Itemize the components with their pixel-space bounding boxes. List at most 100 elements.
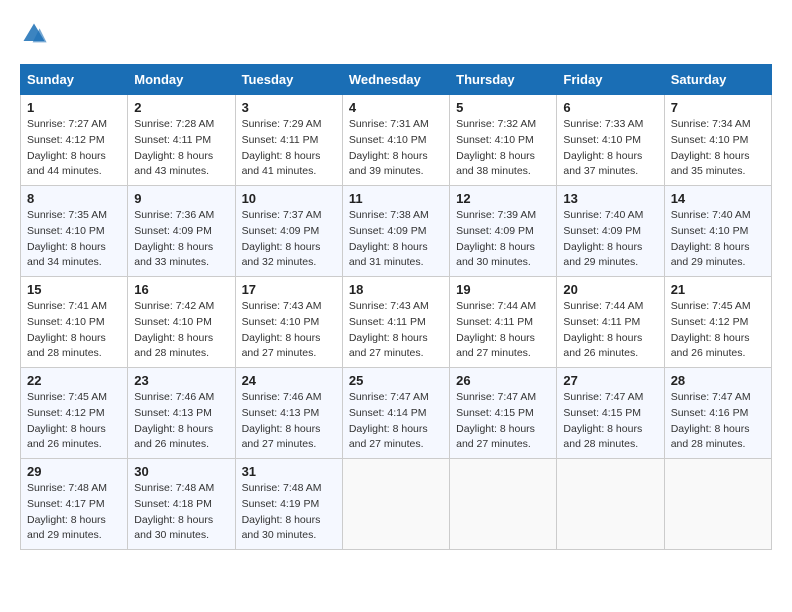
day-info: Sunrise: 7:27 AM Sunset: 4:12 PM Dayligh… xyxy=(27,117,121,180)
day-number: 16 xyxy=(134,282,228,297)
header-cell-tuesday: Tuesday xyxy=(235,65,342,95)
day-number: 31 xyxy=(242,464,336,479)
day-info: Sunrise: 7:42 AM Sunset: 4:10 PM Dayligh… xyxy=(134,299,228,362)
day-info: Sunrise: 7:43 AM Sunset: 4:10 PM Dayligh… xyxy=(242,299,336,362)
calendar-table: SundayMondayTuesdayWednesdayThursdayFrid… xyxy=(20,64,772,550)
day-number: 19 xyxy=(456,282,550,297)
day-cell: 12 Sunrise: 7:39 AM Sunset: 4:09 PM Dayl… xyxy=(450,186,557,277)
day-number: 15 xyxy=(27,282,121,297)
week-row-4: 22 Sunrise: 7:45 AM Sunset: 4:12 PM Dayl… xyxy=(21,368,772,459)
day-info: Sunrise: 7:36 AM Sunset: 4:09 PM Dayligh… xyxy=(134,208,228,271)
calendar-header: SundayMondayTuesdayWednesdayThursdayFrid… xyxy=(21,65,772,95)
day-cell: 31 Sunrise: 7:48 AM Sunset: 4:19 PM Dayl… xyxy=(235,459,342,550)
day-info: Sunrise: 7:47 AM Sunset: 4:16 PM Dayligh… xyxy=(671,390,765,453)
day-cell: 11 Sunrise: 7:38 AM Sunset: 4:09 PM Dayl… xyxy=(342,186,449,277)
day-number: 26 xyxy=(456,373,550,388)
header-cell-sunday: Sunday xyxy=(21,65,128,95)
day-cell xyxy=(342,459,449,550)
week-row-2: 8 Sunrise: 7:35 AM Sunset: 4:10 PM Dayli… xyxy=(21,186,772,277)
week-row-1: 1 Sunrise: 7:27 AM Sunset: 4:12 PM Dayli… xyxy=(21,95,772,186)
day-info: Sunrise: 7:35 AM Sunset: 4:10 PM Dayligh… xyxy=(27,208,121,271)
day-cell: 25 Sunrise: 7:47 AM Sunset: 4:14 PM Dayl… xyxy=(342,368,449,459)
day-cell: 26 Sunrise: 7:47 AM Sunset: 4:15 PM Dayl… xyxy=(450,368,557,459)
day-cell: 5 Sunrise: 7:32 AM Sunset: 4:10 PM Dayli… xyxy=(450,95,557,186)
day-info: Sunrise: 7:47 AM Sunset: 4:14 PM Dayligh… xyxy=(349,390,443,453)
day-number: 10 xyxy=(242,191,336,206)
day-info: Sunrise: 7:48 AM Sunset: 4:18 PM Dayligh… xyxy=(134,481,228,544)
day-cell: 19 Sunrise: 7:44 AM Sunset: 4:11 PM Dayl… xyxy=(450,277,557,368)
day-cell: 14 Sunrise: 7:40 AM Sunset: 4:10 PM Dayl… xyxy=(664,186,771,277)
day-number: 1 xyxy=(27,100,121,115)
day-number: 14 xyxy=(671,191,765,206)
day-cell: 7 Sunrise: 7:34 AM Sunset: 4:10 PM Dayli… xyxy=(664,95,771,186)
header-cell-friday: Friday xyxy=(557,65,664,95)
day-cell: 18 Sunrise: 7:43 AM Sunset: 4:11 PM Dayl… xyxy=(342,277,449,368)
day-cell: 2 Sunrise: 7:28 AM Sunset: 4:11 PM Dayli… xyxy=(128,95,235,186)
day-cell xyxy=(664,459,771,550)
day-info: Sunrise: 7:38 AM Sunset: 4:09 PM Dayligh… xyxy=(349,208,443,271)
day-number: 27 xyxy=(563,373,657,388)
day-cell xyxy=(450,459,557,550)
day-cell: 23 Sunrise: 7:46 AM Sunset: 4:13 PM Dayl… xyxy=(128,368,235,459)
day-info: Sunrise: 7:45 AM Sunset: 4:12 PM Dayligh… xyxy=(27,390,121,453)
day-info: Sunrise: 7:41 AM Sunset: 4:10 PM Dayligh… xyxy=(27,299,121,362)
day-number: 18 xyxy=(349,282,443,297)
day-cell: 4 Sunrise: 7:31 AM Sunset: 4:10 PM Dayli… xyxy=(342,95,449,186)
day-number: 7 xyxy=(671,100,765,115)
day-number: 6 xyxy=(563,100,657,115)
header xyxy=(20,20,772,48)
day-cell: 29 Sunrise: 7:48 AM Sunset: 4:17 PM Dayl… xyxy=(21,459,128,550)
calendar-body: 1 Sunrise: 7:27 AM Sunset: 4:12 PM Dayli… xyxy=(21,95,772,550)
day-number: 17 xyxy=(242,282,336,297)
week-row-5: 29 Sunrise: 7:48 AM Sunset: 4:17 PM Dayl… xyxy=(21,459,772,550)
day-cell: 1 Sunrise: 7:27 AM Sunset: 4:12 PM Dayli… xyxy=(21,95,128,186)
logo xyxy=(20,20,52,48)
day-info: Sunrise: 7:39 AM Sunset: 4:09 PM Dayligh… xyxy=(456,208,550,271)
day-cell: 30 Sunrise: 7:48 AM Sunset: 4:18 PM Dayl… xyxy=(128,459,235,550)
header-row: SundayMondayTuesdayWednesdayThursdayFrid… xyxy=(21,65,772,95)
day-number: 13 xyxy=(563,191,657,206)
day-cell xyxy=(557,459,664,550)
day-cell: 28 Sunrise: 7:47 AM Sunset: 4:16 PM Dayl… xyxy=(664,368,771,459)
header-cell-monday: Monday xyxy=(128,65,235,95)
day-cell: 20 Sunrise: 7:44 AM Sunset: 4:11 PM Dayl… xyxy=(557,277,664,368)
header-cell-thursday: Thursday xyxy=(450,65,557,95)
header-cell-saturday: Saturday xyxy=(664,65,771,95)
day-info: Sunrise: 7:46 AM Sunset: 4:13 PM Dayligh… xyxy=(134,390,228,453)
day-number: 28 xyxy=(671,373,765,388)
day-cell: 6 Sunrise: 7:33 AM Sunset: 4:10 PM Dayli… xyxy=(557,95,664,186)
day-number: 20 xyxy=(563,282,657,297)
day-info: Sunrise: 7:46 AM Sunset: 4:13 PM Dayligh… xyxy=(242,390,336,453)
day-info: Sunrise: 7:28 AM Sunset: 4:11 PM Dayligh… xyxy=(134,117,228,180)
day-number: 11 xyxy=(349,191,443,206)
day-info: Sunrise: 7:34 AM Sunset: 4:10 PM Dayligh… xyxy=(671,117,765,180)
day-number: 9 xyxy=(134,191,228,206)
logo-icon xyxy=(20,20,48,48)
day-cell: 10 Sunrise: 7:37 AM Sunset: 4:09 PM Dayl… xyxy=(235,186,342,277)
day-info: Sunrise: 7:47 AM Sunset: 4:15 PM Dayligh… xyxy=(563,390,657,453)
day-number: 12 xyxy=(456,191,550,206)
day-cell: 16 Sunrise: 7:42 AM Sunset: 4:10 PM Dayl… xyxy=(128,277,235,368)
day-number: 5 xyxy=(456,100,550,115)
day-number: 21 xyxy=(671,282,765,297)
day-info: Sunrise: 7:40 AM Sunset: 4:10 PM Dayligh… xyxy=(671,208,765,271)
day-number: 4 xyxy=(349,100,443,115)
day-info: Sunrise: 7:37 AM Sunset: 4:09 PM Dayligh… xyxy=(242,208,336,271)
day-info: Sunrise: 7:31 AM Sunset: 4:10 PM Dayligh… xyxy=(349,117,443,180)
day-cell: 22 Sunrise: 7:45 AM Sunset: 4:12 PM Dayl… xyxy=(21,368,128,459)
day-cell: 15 Sunrise: 7:41 AM Sunset: 4:10 PM Dayl… xyxy=(21,277,128,368)
day-info: Sunrise: 7:48 AM Sunset: 4:19 PM Dayligh… xyxy=(242,481,336,544)
day-info: Sunrise: 7:43 AM Sunset: 4:11 PM Dayligh… xyxy=(349,299,443,362)
header-cell-wednesday: Wednesday xyxy=(342,65,449,95)
day-info: Sunrise: 7:48 AM Sunset: 4:17 PM Dayligh… xyxy=(27,481,121,544)
day-info: Sunrise: 7:47 AM Sunset: 4:15 PM Dayligh… xyxy=(456,390,550,453)
day-cell: 21 Sunrise: 7:45 AM Sunset: 4:12 PM Dayl… xyxy=(664,277,771,368)
day-number: 23 xyxy=(134,373,228,388)
day-number: 29 xyxy=(27,464,121,479)
day-number: 30 xyxy=(134,464,228,479)
day-number: 8 xyxy=(27,191,121,206)
day-number: 2 xyxy=(134,100,228,115)
day-number: 24 xyxy=(242,373,336,388)
day-cell: 3 Sunrise: 7:29 AM Sunset: 4:11 PM Dayli… xyxy=(235,95,342,186)
day-number: 22 xyxy=(27,373,121,388)
